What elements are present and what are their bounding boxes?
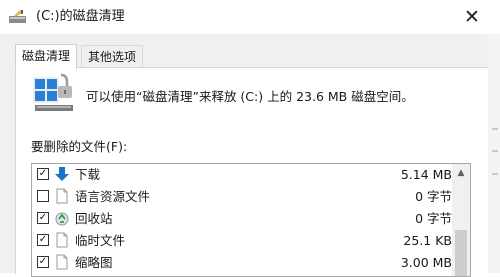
file-icon [56, 254, 68, 270]
title-bar: (C:)的磁盘清理 ✕ [0, 0, 500, 34]
tab-disk-cleanup[interactable]: 磁盘清理 [15, 44, 78, 69]
list-item[interactable]: ✓ 下载 5.14 MB [32, 164, 452, 186]
scroll-thumb[interactable] [455, 230, 467, 276]
files-to-delete-label: 要删除的文件(F): [31, 139, 128, 154]
free-space-description: 可以使用“磁盘清理”来释放 (C:) 上的 23.6 MB 磁盘空间。 [86, 89, 414, 104]
tab-other-options[interactable]: 其他选项 [81, 45, 144, 68]
list-item[interactable]: 语言资源文件 0 字节 [32, 186, 452, 208]
scroll-up-button[interactable]: ▲ [452, 164, 470, 182]
background-window-mark [492, 173, 498, 175]
item-name: 下载 [75, 167, 101, 182]
item-size: 0 字节 [415, 211, 452, 226]
item-name: 临时文件 [75, 233, 126, 248]
disk-cleanup-window: (C:)的磁盘清理 ✕ 磁盘清理 其他选项 可以使用“磁盘清理”来释放 (C:)… [0, 0, 500, 277]
background-window-mark [492, 150, 498, 152]
list-item[interactable]: ✓ 回收站 0 字节 [32, 208, 452, 230]
files-to-delete-list[interactable]: ✓ 下载 5.14 MB 语言资源文件 0 字节 ✓ 回收站 0 字节 ✓ 临时… [31, 163, 471, 277]
disk-cleanup-large-icon [33, 73, 73, 111]
item-size: 5.14 MB [400, 167, 452, 182]
list-item[interactable]: ✓ 临时文件 25.1 KB [32, 230, 452, 252]
item-size: 25.1 KB [403, 233, 452, 248]
item-size: 3.00 MB [400, 255, 452, 270]
item-checkbox[interactable]: ✓ [37, 168, 49, 180]
download-arrow-icon [55, 167, 69, 181]
item-name: 语言资源文件 [75, 189, 151, 204]
item-name: 回收站 [75, 211, 113, 226]
item-name: 缩略图 [75, 255, 113, 270]
close-button[interactable]: ✕ [460, 6, 484, 28]
recycle-bin-icon [55, 212, 69, 226]
disk-cleanup-icon [9, 10, 26, 23]
item-checkbox[interactable]: ✓ [37, 212, 49, 224]
background-window-mark [492, 128, 498, 130]
list-scrollbar[interactable]: ▲ [452, 164, 470, 276]
item-checkbox[interactable]: ✓ [37, 234, 49, 246]
background-window-edge [487, 34, 500, 273]
file-icon [56, 188, 68, 204]
item-size: 0 字节 [415, 189, 452, 204]
window-title: (C:)的磁盘清理 [36, 9, 125, 24]
file-icon [56, 232, 68, 248]
list-item[interactable]: ✓ 缩略图 3.00 MB [32, 252, 452, 274]
item-checkbox[interactable]: ✓ [37, 256, 49, 268]
item-checkbox[interactable] [37, 190, 49, 202]
